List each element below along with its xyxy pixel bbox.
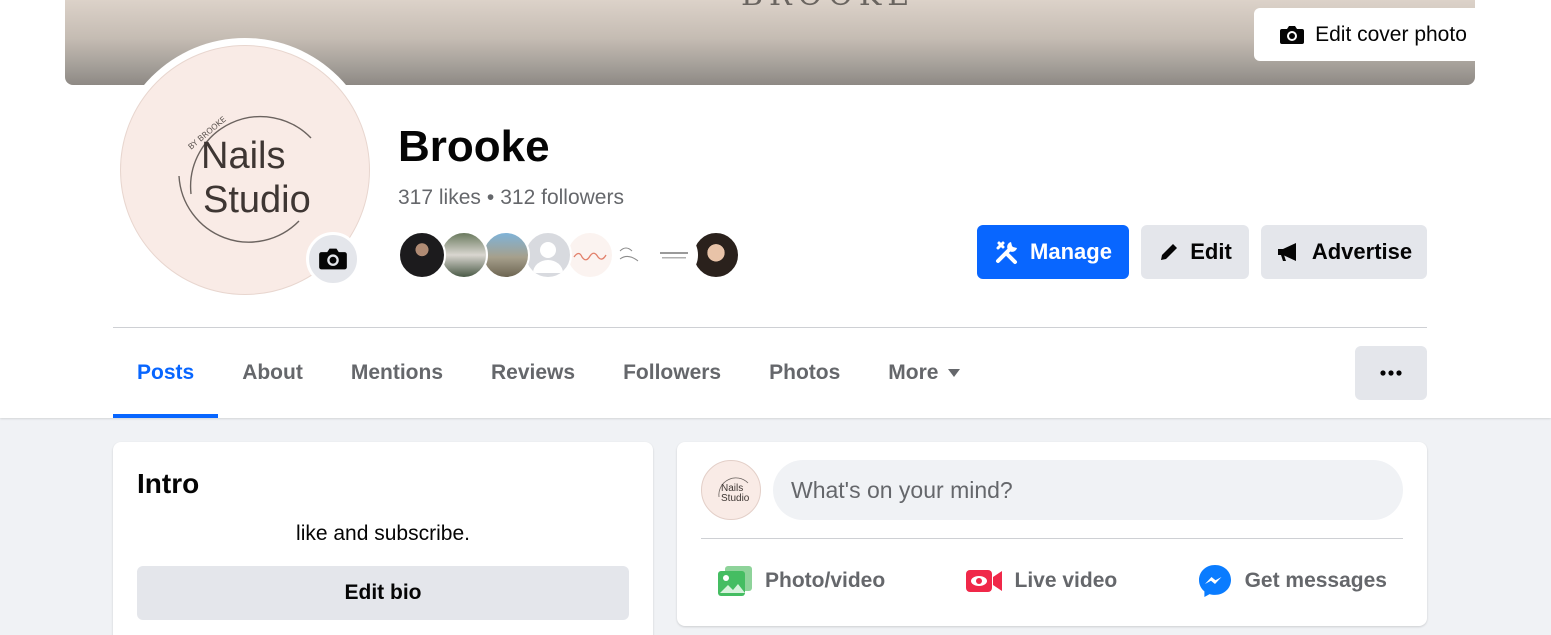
tab-about[interactable]: About — [218, 346, 327, 418]
follower-avatar[interactable] — [650, 231, 698, 279]
tab-more[interactable]: More — [864, 346, 984, 418]
whats-on-your-mind-input[interactable] — [773, 460, 1403, 520]
photo-video-label: Photo/video — [765, 569, 886, 592]
caret-down-icon — [948, 369, 961, 377]
tab-followers[interactable]: Followers — [599, 346, 745, 418]
edit-bio-button[interactable]: Edit bio — [137, 566, 629, 620]
logo-line-nails: Nails — [201, 135, 285, 177]
camera-icon — [319, 248, 347, 270]
live-video-button[interactable]: Live video — [949, 552, 1134, 610]
script-logo-icon — [619, 247, 639, 262]
composer-actions: Photo/video Live video Get messages — [701, 552, 1403, 610]
ellipsis-icon — [1380, 370, 1402, 376]
intro-card: Intro like and subscribe. Edit bio — [113, 442, 653, 635]
manage-button[interactable]: Manage — [977, 225, 1129, 279]
camera-icon — [1280, 25, 1305, 44]
script-logo-icon — [573, 252, 607, 261]
get-messages-button[interactable]: Get messages — [1181, 552, 1403, 610]
script-logo-icon — [660, 252, 688, 259]
default-user-icon — [533, 242, 563, 273]
pencil-icon — [1161, 244, 1178, 260]
edit-label: Edit — [1190, 239, 1232, 264]
profile-tabs: Posts About Mentions Reviews Followers P… — [113, 346, 984, 418]
photo-icon — [718, 566, 752, 596]
profile-header: BROOKE Edit cover photo BY BROOKE Nails … — [0, 0, 1551, 418]
cover-brand-text: BROOKE — [741, 0, 915, 13]
update-profile-picture-button[interactable] — [306, 232, 360, 286]
follower-avatars — [398, 231, 742, 279]
followers-count-link[interactable]: 312 followers — [500, 186, 624, 210]
tab-photos[interactable]: Photos — [745, 346, 864, 418]
composer-avatar[interactable]: Nails Studio — [701, 460, 761, 520]
tab-posts[interactable]: Posts — [113, 346, 219, 418]
advertise-button[interactable]: Advertise — [1261, 225, 1427, 279]
advertise-label: Advertise — [1311, 239, 1413, 264]
tab-label: Photos — [769, 361, 841, 384]
likes-count-link[interactable]: 317 likes — [398, 186, 481, 210]
edit-cover-photo-label: Edit cover photo — [1315, 22, 1467, 46]
messenger-icon — [1198, 565, 1231, 597]
follower-avatar[interactable] — [482, 231, 530, 279]
follower-avatar[interactable] — [566, 231, 614, 279]
follower-avatar[interactable] — [692, 231, 740, 279]
tab-label: Posts — [137, 361, 195, 384]
logo-line-studio: Studio — [721, 493, 750, 504]
photo-video-button[interactable]: Photo/video — [701, 552, 901, 610]
edit-button[interactable]: Edit — [1141, 225, 1249, 279]
nails-studio-logo: Nails Studio — [718, 477, 750, 504]
tab-label: More — [888, 361, 939, 384]
follower-avatar[interactable] — [608, 231, 656, 279]
edit-cover-photo-button[interactable]: Edit cover photo — [1254, 8, 1475, 61]
tab-reviews[interactable]: Reviews — [467, 346, 599, 418]
get-messages-label: Get messages — [1244, 569, 1387, 592]
live-video-label: Live video — [1014, 569, 1118, 592]
more-options-button[interactable] — [1355, 346, 1427, 400]
tab-mentions[interactable]: Mentions — [327, 346, 467, 418]
tab-label: Followers — [623, 361, 722, 384]
follower-avatar[interactable] — [440, 231, 488, 279]
tools-icon — [996, 241, 1018, 264]
page-stats: 317 likes • 312 followers — [398, 186, 624, 210]
intro-bio: like and subscribe. — [296, 522, 470, 545]
logo-line-studio: Studio — [203, 179, 311, 221]
composer-divider — [701, 538, 1403, 539]
live-video-icon — [965, 570, 1002, 592]
follower-avatar[interactable] — [524, 231, 572, 279]
tab-label: Reviews — [491, 361, 576, 384]
header-divider — [113, 327, 1427, 328]
tab-label: About — [242, 361, 303, 384]
intro-title: Intro — [137, 468, 200, 499]
post-composer: Nails Studio Photo/video Live video — [677, 442, 1427, 626]
tab-label: Mentions — [350, 361, 444, 384]
follower-avatar[interactable] — [398, 231, 446, 279]
megaphone-icon — [1277, 243, 1296, 261]
page-title: Brooke — [398, 122, 550, 171]
stats-separator: • — [486, 186, 495, 209]
manage-label: Manage — [1030, 239, 1112, 264]
